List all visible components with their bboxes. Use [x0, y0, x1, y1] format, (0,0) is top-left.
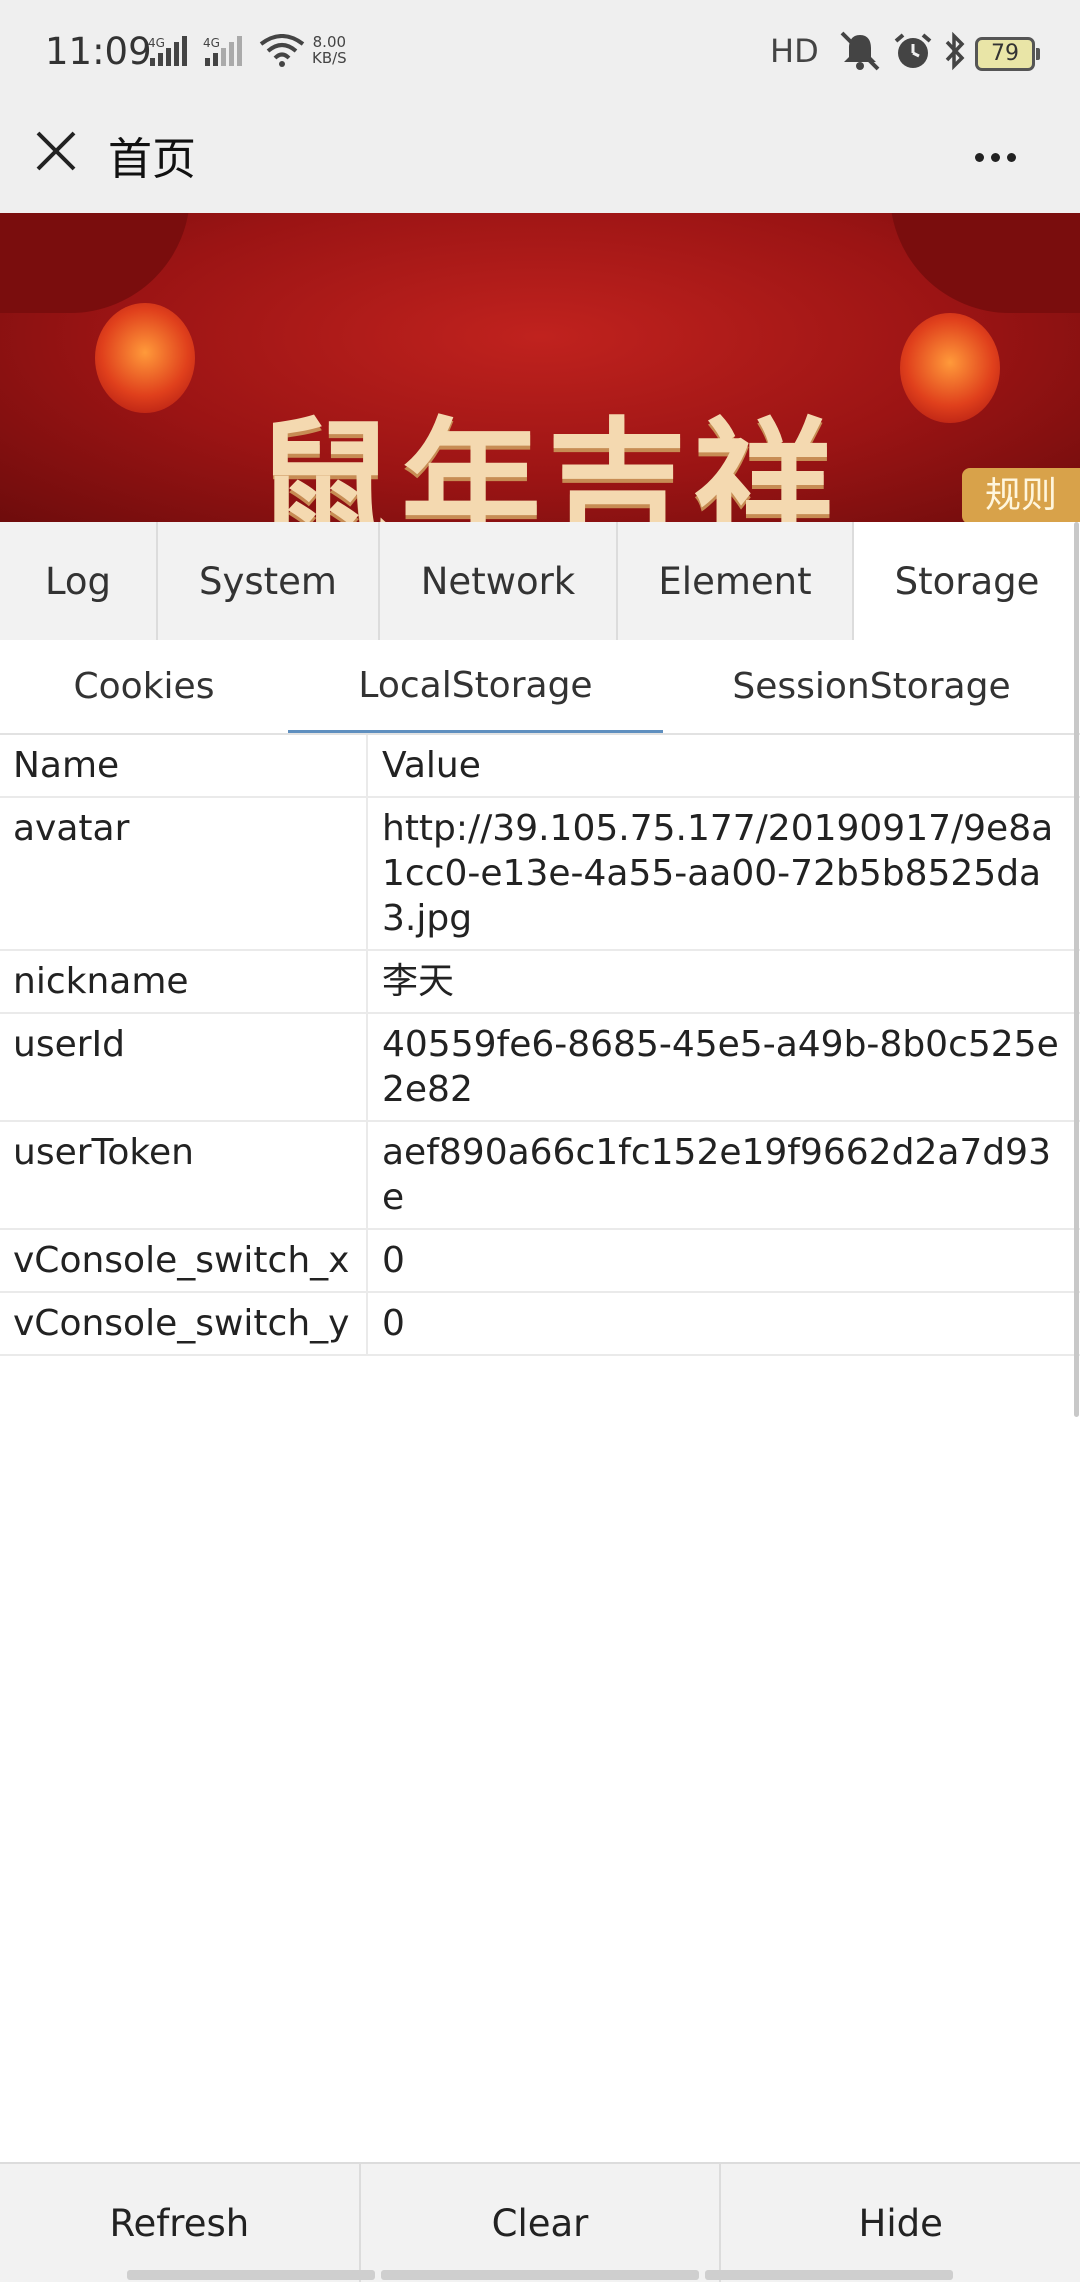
network-speed-unit: KB/S [312, 49, 347, 67]
row-value: 0 [382, 1303, 405, 1344]
nav-handle-left [127, 2270, 375, 2280]
page-title: 首页 [108, 134, 196, 185]
row-name: avatar [0, 798, 368, 949]
row-name: userId [0, 1014, 368, 1120]
svg-text:4G: 4G [148, 36, 165, 50]
bluetooth-icon [945, 31, 965, 71]
rules-badge[interactable]: 规则 [962, 468, 1080, 522]
mute-vibrate-icon [840, 31, 880, 71]
cellular-signal-icon: 4G [148, 36, 187, 66]
wifi-icon [259, 34, 305, 67]
battery-icon: 79 [975, 37, 1040, 71]
console-main-tabs: Log System Network Element Storage [0, 522, 1080, 642]
row-name: userToken [0, 1122, 368, 1228]
curtain-right [890, 213, 1080, 313]
table-row[interactable]: avatar http://39.105.75.177/20190917/9e8… [0, 798, 1080, 951]
more-icon[interactable] [975, 147, 1023, 166]
svg-text:4G: 4G [203, 36, 220, 50]
network-speed: 8.00 KB/S [312, 34, 347, 66]
status-bar: 11:09 4G 4G 8.00 KB/S HD 79 [0, 0, 1080, 105]
close-icon[interactable] [32, 127, 80, 175]
table-row[interactable]: vConsole_switch_x 0 [0, 1230, 1080, 1293]
table-row[interactable]: nickname 李天 [0, 951, 1080, 1014]
row-name: vConsole_switch_y [0, 1293, 368, 1354]
nav-handle-middle [381, 2270, 699, 2280]
row-value: http://39.105.75.177/20190917/9e8a1cc0-e… [382, 808, 1054, 939]
network-speed-value: 8.00 [312, 33, 347, 51]
more-dot [1007, 153, 1016, 162]
cellular-signal-2-icon: 4G [203, 36, 242, 66]
refresh-button[interactable]: Refresh [0, 2164, 361, 2282]
banner-image: 鼠年吉祥 规则 [0, 213, 1080, 522]
tab-storage[interactable]: Storage [854, 522, 1080, 640]
subtab-cookies[interactable]: Cookies [0, 640, 288, 733]
tab-system[interactable]: System [158, 522, 380, 640]
tab-network[interactable]: Network [380, 522, 618, 640]
column-header-name: Name [0, 735, 368, 796]
row-value: 李天 [382, 961, 455, 1002]
more-dot [991, 153, 1000, 162]
table-row[interactable]: userId 40559fe6-8685-45e5-a49b-8b0c525e2… [0, 1014, 1080, 1122]
row-value: aef890a66c1fc152e19f9662d2a7d93e [382, 1132, 1051, 1218]
lantern-left [95, 303, 195, 413]
hd-indicator: HD [770, 32, 819, 70]
row-name: nickname [0, 951, 368, 1012]
lantern-right [900, 313, 1000, 423]
panel-scrollbar[interactable] [1074, 522, 1079, 1417]
console-toolbar: Refresh Clear Hide [0, 2162, 1080, 2282]
storage-table: Name Value avatar http://39.105.75.177/2… [0, 735, 1080, 1356]
table-row[interactable]: userToken aef890a66c1fc152e19f9662d2a7d9… [0, 1122, 1080, 1230]
nav-handle-right [705, 2270, 953, 2280]
table-header-row: Name Value [0, 735, 1080, 798]
hide-button[interactable]: Hide [721, 2164, 1080, 2282]
row-name: vConsole_switch_x [0, 1230, 368, 1291]
row-value: 40559fe6-8685-45e5-a49b-8b0c525e2e82 [382, 1024, 1059, 1110]
curtain-left [0, 213, 190, 313]
storage-sub-tabs: Cookies LocalStorage SessionStorage [0, 640, 1080, 735]
status-time: 11:09 [45, 30, 152, 73]
clear-button[interactable]: Clear [361, 2164, 722, 2282]
tab-element[interactable]: Element [618, 522, 854, 640]
more-dot [975, 153, 984, 162]
title-bar: 首页 [0, 105, 1080, 213]
subtab-sessionstorage[interactable]: SessionStorage [663, 640, 1080, 733]
tab-log[interactable]: Log [0, 522, 158, 640]
row-value: 0 [382, 1240, 405, 1281]
table-row[interactable]: vConsole_switch_y 0 [0, 1293, 1080, 1356]
alarm-icon [894, 33, 932, 68]
banner-title: 鼠年吉祥 [255, 404, 840, 522]
column-header-value: Value [382, 745, 481, 786]
subtab-localstorage[interactable]: LocalStorage [288, 640, 663, 733]
